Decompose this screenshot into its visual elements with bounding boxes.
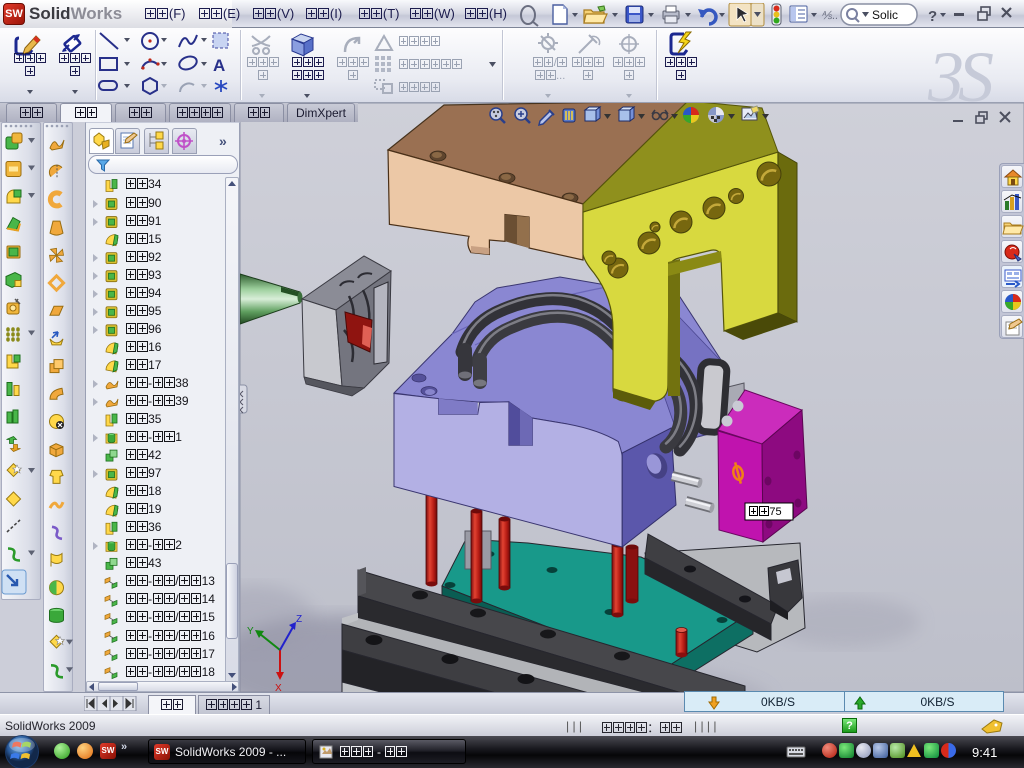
svg-text:Solic: Solic [872, 8, 898, 22]
svg-text:A: A [213, 56, 225, 75]
svg-text:⅍..: ⅍.. [821, 10, 838, 22]
svg-text:?: ? [928, 8, 937, 25]
svg-text:Y: Y [247, 626, 254, 637]
svg-text:Z: Z [296, 614, 302, 625]
